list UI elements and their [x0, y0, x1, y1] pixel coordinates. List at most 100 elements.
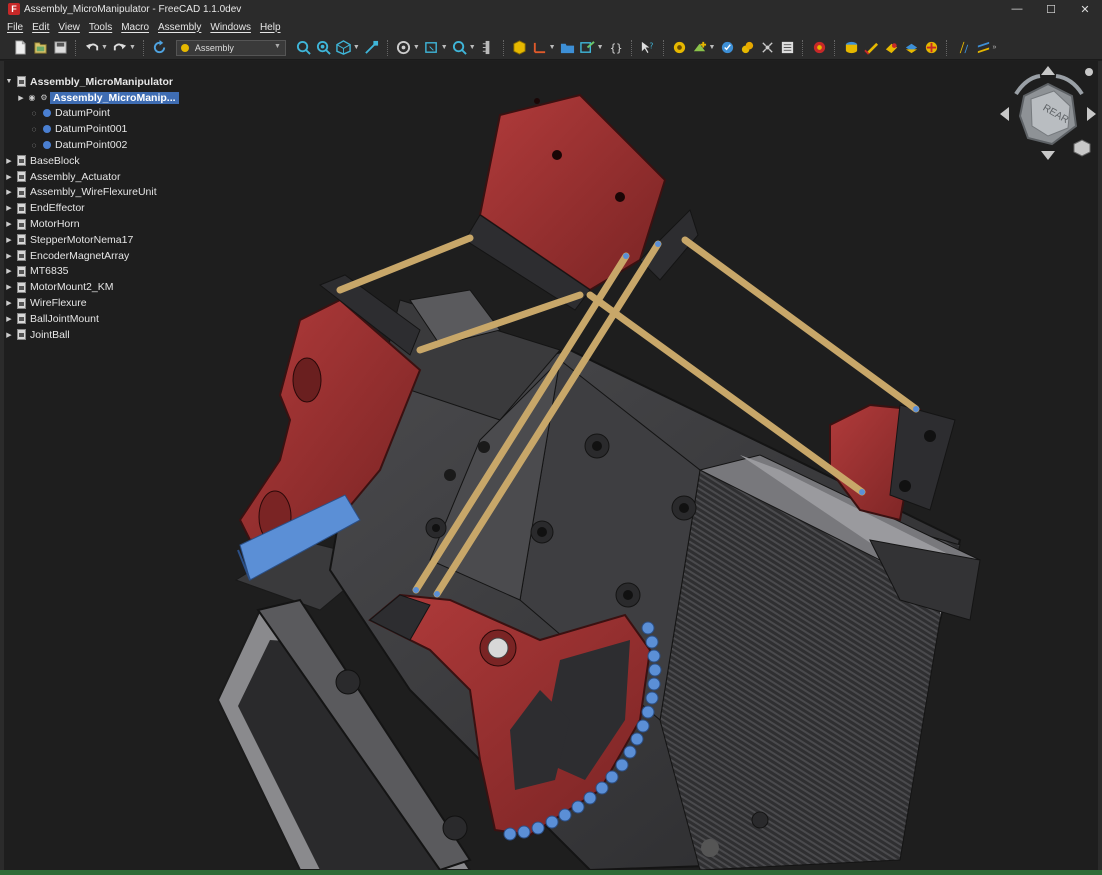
menu-windows[interactable]: Windows: [210, 22, 251, 33]
measurement-icon[interactable]: [480, 40, 496, 56]
exploded-view-icon[interactable]: [759, 40, 775, 56]
link-dropdown-icon[interactable]: ▼: [597, 44, 604, 51]
expanded-arrow-icon[interactable]: ▼: [4, 78, 14, 85]
collapsed-arrow-icon[interactable]: ▶: [4, 157, 14, 165]
tree-item[interactable]: ▶ BaseBlock: [4, 153, 214, 169]
save-document-button[interactable]: [52, 40, 68, 56]
tree-item[interactable]: ▶ EndEffector: [4, 200, 214, 216]
tree-item-datum-point[interactable]: ◌ DatumPoint: [4, 106, 214, 122]
view-dropdown-icon[interactable]: ▼: [353, 44, 360, 51]
tree-item[interactable]: ▶ EncoderMagnetArray: [4, 248, 214, 264]
link-icon[interactable]: [580, 40, 596, 56]
collapsed-arrow-icon[interactable]: ▶: [4, 252, 14, 260]
menu-edit[interactable]: Edit: [32, 22, 49, 33]
distance-joint-icon[interactable]: [923, 40, 939, 56]
ball-joint-icon[interactable]: [903, 40, 919, 56]
redo-button[interactable]: [112, 40, 128, 56]
cylindrical-joint-icon[interactable]: [863, 40, 879, 56]
collapsed-arrow-icon[interactable]: ▶: [4, 331, 14, 339]
collapsed-arrow-icon[interactable]: ▶: [4, 283, 14, 291]
gears-joint-icon[interactable]: [955, 40, 971, 56]
tree-root-row[interactable]: ▼ Assembly_MicroManipulator: [4, 74, 214, 90]
std-views-icon[interactable]: [424, 40, 440, 56]
collapsed-arrow-icon[interactable]: ▶: [4, 315, 14, 323]
measure-icon[interactable]: [364, 40, 380, 56]
collapsed-arrow-icon[interactable]: ▶: [16, 94, 26, 102]
menu-help[interactable]: Help: [260, 22, 281, 33]
create-joint-icon[interactable]: [739, 40, 755, 56]
refresh-button[interactable]: [152, 40, 168, 56]
collapsed-arrow-icon[interactable]: ▶: [4, 220, 14, 228]
collapsed-arrow-icon[interactable]: ▶: [4, 236, 14, 244]
hidden-eye-icon[interactable]: ◌: [28, 141, 40, 150]
std-views-dropdown-icon[interactable]: ▼: [441, 44, 448, 51]
menu-macro[interactable]: Macro: [121, 22, 149, 33]
tree-item[interactable]: ▶ JointBall: [4, 327, 214, 343]
zoom-icon[interactable]: [452, 40, 468, 56]
zoom-dropdown-icon[interactable]: ▼: [469, 44, 476, 51]
navigation-cube[interactable]: REAR: [998, 66, 1098, 166]
arrow-down-icon[interactable]: [1041, 151, 1055, 160]
hidden-eye-icon[interactable]: ◌: [28, 125, 40, 134]
fit-selection-icon[interactable]: [316, 40, 332, 56]
close-button[interactable]: ✕: [1068, 0, 1102, 18]
view-isometric-icon[interactable]: [336, 40, 352, 56]
cube-mini-icon[interactable]: [1073, 139, 1091, 157]
group-folder-icon[interactable]: [560, 40, 576, 56]
tree-item[interactable]: ▶ BallJointMount: [4, 311, 214, 327]
bill-of-materials-icon[interactable]: [779, 40, 795, 56]
view-menu-dot-icon[interactable]: [1085, 68, 1093, 76]
solve-assembly-icon[interactable]: [719, 40, 735, 56]
menu-view[interactable]: View: [58, 22, 80, 33]
collapsed-arrow-icon[interactable]: ▶: [4, 188, 14, 196]
arrow-up-icon[interactable]: [1041, 66, 1055, 75]
new-document-button[interactable]: [12, 40, 28, 56]
revolute-joint-icon[interactable]: [843, 40, 859, 56]
menu-tools[interactable]: Tools: [89, 22, 112, 33]
belt-joint-icon[interactable]: [975, 40, 991, 56]
axis-cross-icon[interactable]: [532, 40, 548, 56]
part-icon[interactable]: [512, 40, 528, 56]
collapsed-arrow-icon[interactable]: ▶: [4, 267, 14, 275]
fit-all-icon[interactable]: [296, 40, 312, 56]
undo-button[interactable]: [84, 40, 100, 56]
tree-item-label: EndEffector: [30, 202, 85, 215]
redo-dropdown-icon[interactable]: ▼: [129, 44, 136, 51]
tree-item[interactable]: ▶ MotorHorn: [4, 216, 214, 232]
collapsed-arrow-icon[interactable]: ▶: [4, 204, 14, 212]
draw-style-icon[interactable]: [396, 40, 412, 56]
variable-set-icon[interactable]: {}: [608, 40, 624, 56]
undo-dropdown-icon[interactable]: ▼: [101, 44, 108, 51]
insert-component-icon[interactable]: [692, 40, 708, 56]
arrow-right-icon[interactable]: [1087, 107, 1096, 121]
insert-dropdown-icon[interactable]: ▼: [709, 44, 716, 51]
end-effector[interactable]: [464, 93, 699, 311]
hidden-eye-icon[interactable]: ◌: [28, 109, 40, 118]
minimize-button[interactable]: —: [1000, 0, 1034, 18]
draw-style-dropdown-icon[interactable]: ▼: [413, 44, 420, 51]
eye-icon[interactable]: ◉: [26, 93, 38, 102]
assembly-new-icon[interactable]: [672, 40, 688, 56]
tree-item-datum-point001[interactable]: ◌ DatumPoint001: [4, 121, 214, 137]
maximize-button[interactable]: ☐: [1034, 0, 1068, 18]
tree-item-selected[interactable]: ▶ ◉ ⚙ Assembly_MicroManip...: [4, 90, 214, 106]
tree-item[interactable]: ▶ StepperMotorNema17: [4, 232, 214, 248]
tree-item[interactable]: ▶ MotorMount2_KM: [4, 279, 214, 295]
axis-dropdown-icon[interactable]: ▼: [549, 44, 556, 51]
slider-joint-icon[interactable]: [883, 40, 899, 56]
tree-item[interactable]: ▶ Assembly_WireFlexureUnit: [4, 185, 214, 201]
open-document-button[interactable]: [32, 40, 48, 56]
menu-file[interactable]: File: [7, 22, 23, 33]
tree-item[interactable]: ▶ MT6835: [4, 264, 214, 280]
tree-item-datum-point002[interactable]: ◌ DatumPoint002: [4, 137, 214, 153]
whats-this-icon[interactable]: ?: [640, 40, 656, 56]
tree-item[interactable]: ▶ WireFlexure: [4, 295, 214, 311]
tree-item[interactable]: ▶ Assembly_Actuator: [4, 169, 214, 185]
toolbar-overflow-icon[interactable]: »: [992, 44, 996, 51]
collapsed-arrow-icon[interactable]: ▶: [4, 299, 14, 307]
arrow-left-icon[interactable]: [1000, 107, 1009, 121]
collapsed-arrow-icon[interactable]: ▶: [4, 173, 14, 181]
menu-assembly[interactable]: Assembly: [158, 22, 201, 33]
fixed-joint-icon[interactable]: [811, 40, 827, 56]
workbench-selector[interactable]: Assembly ▼: [175, 39, 286, 56]
